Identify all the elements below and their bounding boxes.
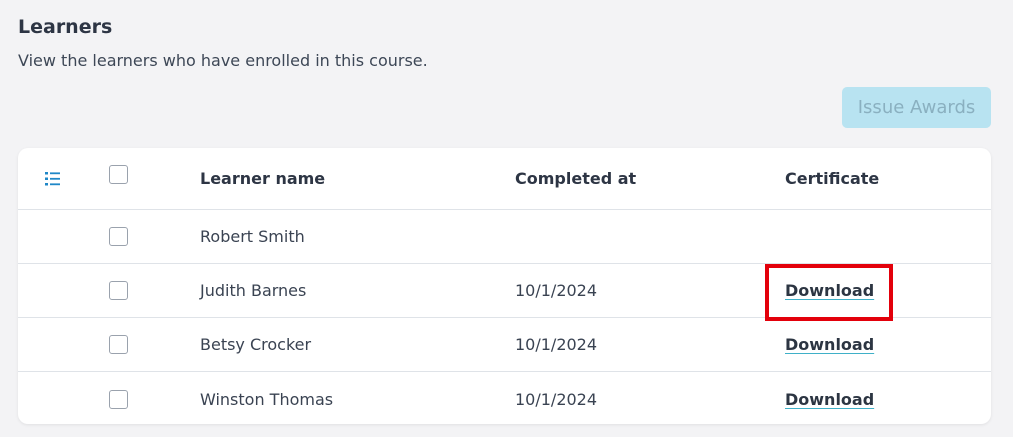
column-header-completed-at[interactable]: Completed at — [515, 148, 755, 209]
download-certificate-link[interactable]: Download — [785, 390, 874, 409]
completed-at: 10/1/2024 — [515, 281, 598, 300]
row-select-cell — [109, 318, 133, 371]
table-row: Robert Smith — [18, 210, 991, 264]
learner-name: Robert Smith — [200, 227, 305, 246]
learners-table: Learner name Completed at Certificate Ro… — [18, 148, 991, 424]
row-select-cell — [109, 210, 133, 263]
completed-at — [515, 210, 755, 263]
learners-page: Learners View the learners who have enro… — [0, 0, 1013, 437]
list-settings-icon — [45, 171, 60, 185]
row-checkbox[interactable] — [109, 227, 128, 246]
page-subtitle: View the learners who have enrolled in t… — [18, 51, 428, 70]
learner-name: Judith Barnes — [200, 281, 307, 300]
completed-at: 10/1/2024 — [515, 335, 598, 354]
download-certificate-link[interactable]: Download — [785, 335, 874, 354]
row-checkbox[interactable] — [109, 335, 128, 354]
select-all-checkbox[interactable] — [109, 165, 128, 184]
select-all-cell — [109, 148, 133, 209]
row-checkbox[interactable] — [109, 281, 128, 300]
column-header-learner-name[interactable]: Learner name — [200, 148, 500, 209]
table-header: Learner name Completed at Certificate — [18, 148, 991, 210]
issue-awards-button[interactable]: Issue Awards — [842, 87, 991, 128]
download-certificate-link[interactable]: Download — [785, 281, 874, 300]
learner-name: Betsy Crocker — [200, 335, 312, 354]
column-settings-button[interactable] — [44, 148, 74, 209]
column-header-certificate: Certificate — [785, 169, 880, 188]
completed-at: 10/1/2024 — [515, 389, 598, 409]
page-title: Learners — [18, 16, 113, 38]
row-select-cell — [109, 372, 133, 424]
table-row: Betsy Crocker 10/1/2024 Download — [18, 318, 991, 372]
certificate-cell: Download — [785, 372, 965, 424]
certificate-cell: Download — [785, 264, 965, 317]
row-select-cell — [109, 264, 133, 317]
row-checkbox[interactable] — [109, 389, 128, 409]
certificate-cell — [785, 210, 965, 263]
table-row: Judith Barnes 10/1/2024 Download — [18, 264, 991, 318]
learner-name: Winston Thomas — [200, 389, 334, 409]
table-row: Winston Thomas 10/1/2024 Download — [18, 372, 991, 424]
certificate-cell: Download — [785, 318, 965, 371]
